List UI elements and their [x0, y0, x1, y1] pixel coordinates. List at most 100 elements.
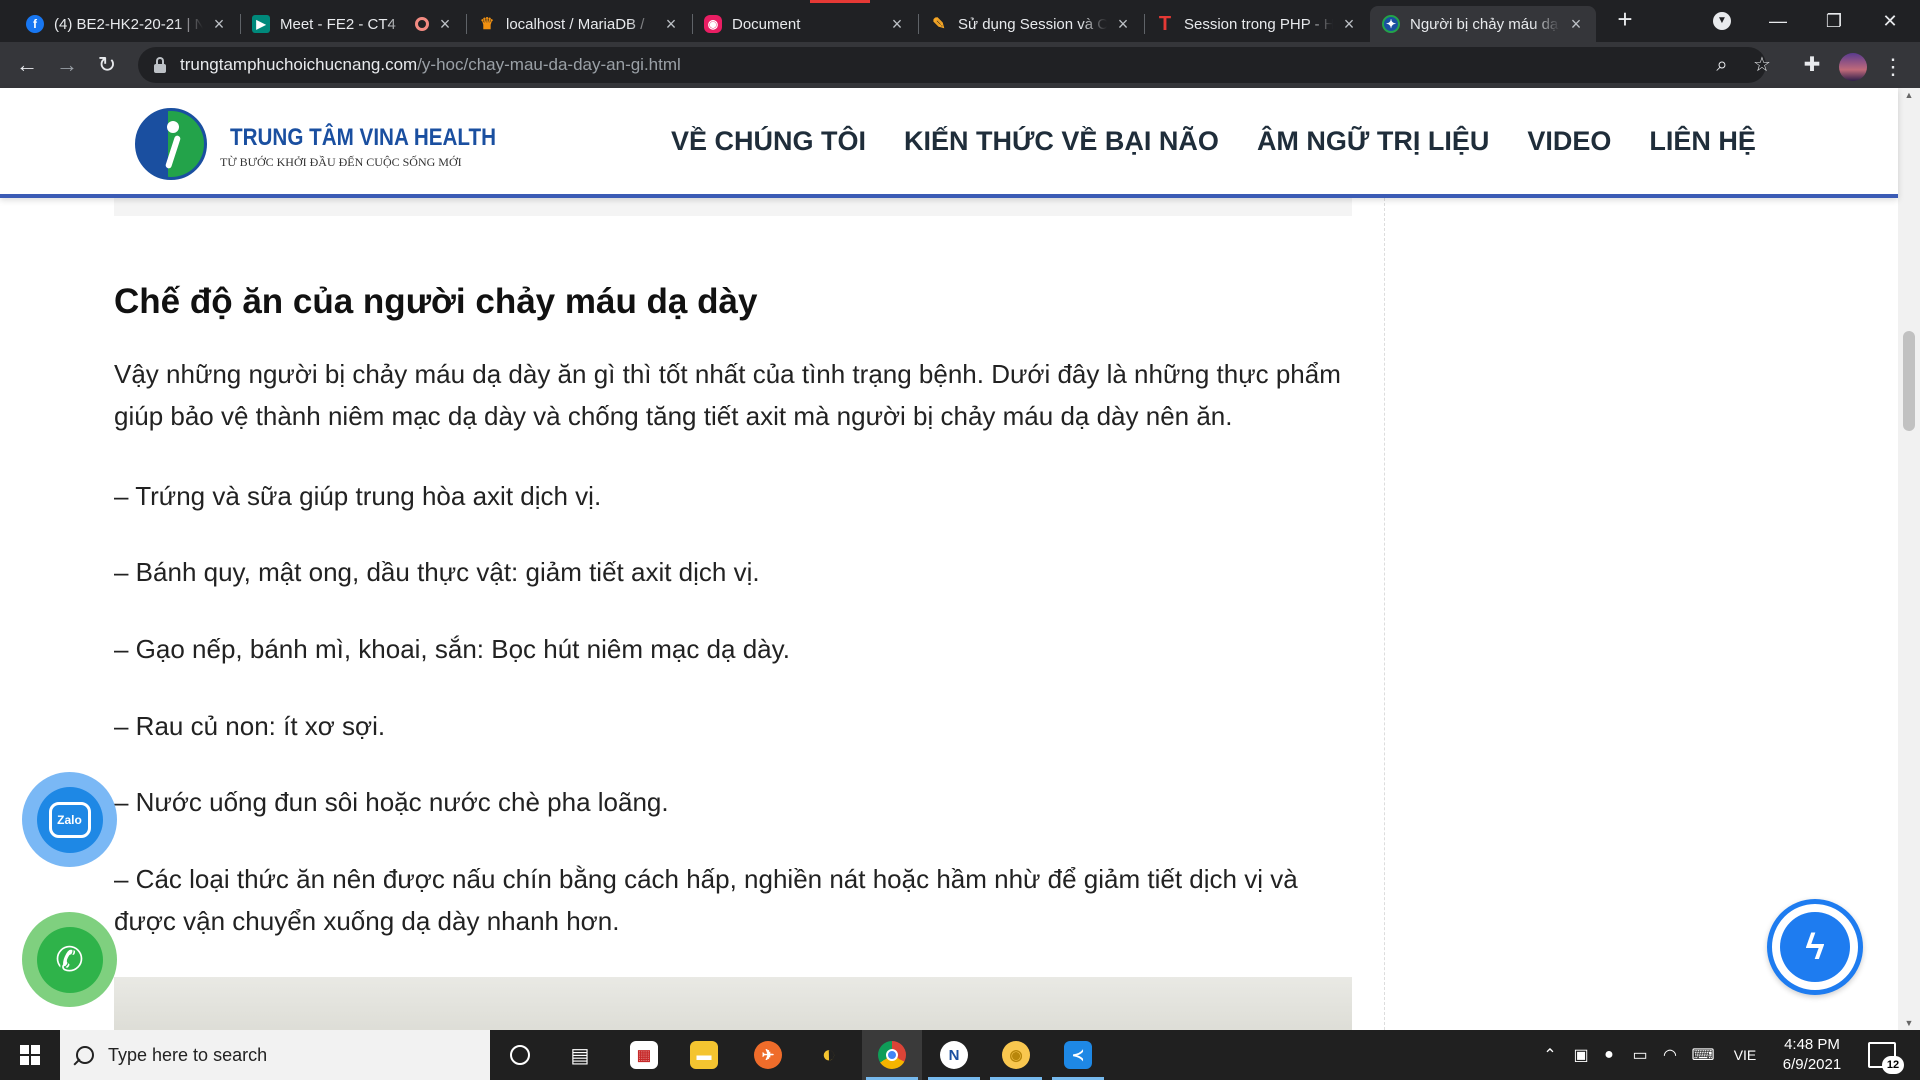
tab-document[interactable]: ◉ Document ×: [692, 6, 917, 42]
keyboard-icon: ⌨: [1691, 1047, 1715, 1064]
section-heading: Chế độ ăn của người chảy máu dạ dày: [114, 282, 758, 321]
extensions-button[interactable]: ✚: [1797, 50, 1827, 80]
google-meet-icon: ▶: [252, 15, 270, 33]
new-tab-button[interactable]: +: [1611, 6, 1639, 34]
call-button[interactable]: ✆: [22, 912, 117, 1007]
scroll-up-arrow[interactable]: ▲: [1898, 88, 1920, 102]
tray-battery[interactable]: ▭: [1626, 1030, 1654, 1080]
tab-title: Session trong PHP - H: [1184, 15, 1333, 33]
url-host: trungtamphuchoichucnang.com: [180, 55, 418, 74]
cortana-button[interactable]: [490, 1030, 550, 1080]
tab-search-button[interactable]: ▼: [1694, 0, 1750, 42]
taskbar-app[interactable]: ▦: [614, 1030, 674, 1080]
windows-icon: [20, 1045, 40, 1065]
lock-icon: [152, 57, 168, 73]
coin-icon: ◉: [1002, 1041, 1030, 1069]
nav-item-cerebral-palsy[interactable]: KIẾN THỨC VỀ BẠI NÃO: [904, 126, 1219, 157]
more-vert-icon: ⋮: [1882, 54, 1904, 79]
list-item: – Bánh quy, mật ong, dầu thực vật: giảm …: [114, 557, 760, 587]
vina-health-icon: ✦: [1382, 15, 1400, 33]
zoom-button[interactable]: ⌕: [1707, 50, 1737, 80]
page-content: Chế độ ăn của người chảy máu dạ dày Vậy …: [0, 198, 1898, 1030]
scrollbar-thumb[interactable]: [1903, 331, 1915, 431]
article-icon: ✎: [932, 16, 946, 33]
close-icon[interactable]: ×: [1341, 15, 1357, 33]
taskbar-app[interactable]: N: [924, 1030, 984, 1080]
profile-avatar[interactable]: [1839, 53, 1867, 81]
nav-item-video[interactable]: VIDEO: [1527, 126, 1611, 157]
tab-loading-indicator: [810, 0, 870, 3]
list-item: – Trứng và sữa giúp trung hòa axit dịch …: [114, 481, 602, 511]
chrome-menu-button[interactable]: ⋮: [1882, 50, 1904, 84]
chevron-down-icon: ▼: [1713, 12, 1731, 30]
list-item: – Nước uống đun sôi hoặc nước chè pha lo…: [114, 787, 669, 817]
arrow-left-icon: ←: [16, 52, 38, 77]
tab-session-article[interactable]: ✎ Sử dụng Session và C ×: [918, 6, 1143, 42]
tab-google-meet[interactable]: ▶ Meet - FE2 - CT4 ×: [240, 6, 465, 42]
recording-icon: [415, 17, 429, 31]
tab-title: Sử dụng Session và C: [958, 15, 1107, 33]
facebook-icon: f: [26, 15, 44, 33]
document-icon: ◉: [704, 15, 722, 33]
tab-phpmyadmin[interactable]: ♛ localhost / MariaDB / ×: [466, 6, 691, 42]
taskbar-postman[interactable]: ✈: [738, 1030, 798, 1080]
task-view-button[interactable]: ▤: [550, 1030, 610, 1080]
logo-subtitle: TỪ BƯỚC KHỞI ĐẦU ĐẾN CUỘC SỐNG MỚI: [220, 155, 462, 169]
close-icon[interactable]: ×: [437, 15, 453, 33]
close-window-button[interactable]: ✕: [1862, 0, 1918, 42]
microphone-icon: ●: [1604, 1046, 1614, 1063]
list-item: – Gạo nếp, bánh mì, khoai, sắn: Bọc hút …: [114, 634, 790, 664]
taskbar-app[interactable]: ◉: [986, 1030, 1046, 1080]
show-hidden-icons[interactable]: ⌃: [1538, 1030, 1562, 1080]
address-bar[interactable]: trungtamphuchoichucnang.com/y-hoc/chay-m…: [138, 47, 1766, 83]
close-icon[interactable]: ×: [1568, 15, 1584, 33]
restore-button[interactable]: ❐: [1806, 0, 1862, 42]
logo-title[interactable]: TRUNG TÂM VINA HEALTH: [230, 124, 496, 152]
browser-toolbar: ← → ↻ trungtamphuchoichucnang.com/y-hoc/…: [0, 42, 1920, 88]
chrome-icon: [878, 1041, 906, 1069]
close-icon[interactable]: ×: [211, 15, 227, 33]
taskbar-vscode[interactable]: ≺: [1048, 1030, 1108, 1080]
tab-session-php[interactable]: T Session trong PHP - H ×: [1144, 6, 1369, 42]
taskbar-app[interactable]: ◐: [799, 1030, 859, 1080]
list-item: – Các loại thức ăn nên được nấu chín bằn…: [114, 864, 1298, 936]
article-image: [114, 977, 1352, 1030]
tab-facebook[interactable]: f (4) BE2-HK2-20-21 | N ×: [14, 6, 239, 42]
messenger-button[interactable]: ϟ: [1767, 899, 1863, 995]
close-icon[interactable]: ×: [889, 15, 905, 33]
nav-item-contact[interactable]: LIÊN HỆ: [1649, 126, 1756, 157]
tray-microphone[interactable]: ●: [1596, 1030, 1622, 1080]
phone-icon: ✆: [55, 940, 84, 979]
nav-item-speech-therapy[interactable]: ÂM NGỮ TRỊ LIỆU: [1257, 126, 1489, 157]
zalo-chat-button[interactable]: Zalo: [22, 772, 117, 867]
page-scrollbar[interactable]: ▲ ▼: [1898, 88, 1920, 1030]
clock-date: 6/9/2021: [1782, 1056, 1842, 1073]
tray-keyboard[interactable]: ⌨: [1686, 1030, 1720, 1080]
nav-item-about[interactable]: VỀ CHÚNG TÔI: [671, 126, 866, 157]
search-icon: [76, 1046, 94, 1064]
taskbar-chrome[interactable]: [862, 1030, 922, 1080]
tab-title: localhost / MariaDB /: [506, 15, 645, 33]
puzzle-icon: ✚: [1803, 54, 1821, 76]
back-button[interactable]: ←: [12, 50, 42, 80]
reload-button[interactable]: ↻: [92, 50, 122, 80]
start-button[interactable]: [0, 1030, 60, 1080]
vina-health-logo[interactable]: [135, 108, 207, 180]
list-item: – Rau củ non: ít xơ sợi.: [114, 711, 386, 741]
close-icon[interactable]: ×: [1115, 15, 1131, 33]
scroll-down-arrow[interactable]: ▼: [1898, 1016, 1920, 1030]
taskbar-search[interactable]: Type here to search: [60, 1030, 490, 1080]
windows-taskbar: Type here to search ▤ ▦ ▬ ✈ ◐ N ◉ ≺ ⌃ ▣ …: [0, 1030, 1920, 1080]
tray-language[interactable]: VIE: [1728, 1030, 1762, 1080]
bookmark-button[interactable]: ☆: [1747, 50, 1777, 80]
minimize-button[interactable]: —: [1750, 0, 1806, 42]
taskbar-clock[interactable]: 4:48 PM 6/9/2021: [1762, 1035, 1862, 1075]
messenger-icon: ϟ: [1805, 926, 1825, 967]
tab-active-vina-health[interactable]: ✦ Người bị chảy máu dạ ×: [1370, 6, 1596, 42]
forward-button[interactable]: →: [52, 50, 82, 80]
tray-network[interactable]: ◠: [1656, 1030, 1684, 1080]
tray-app[interactable]: ▣: [1568, 1030, 1594, 1080]
taskbar-file-explorer[interactable]: ▬: [674, 1030, 734, 1080]
close-icon[interactable]: ×: [663, 15, 679, 33]
clock-time: 4:48 PM: [1784, 1036, 1840, 1053]
